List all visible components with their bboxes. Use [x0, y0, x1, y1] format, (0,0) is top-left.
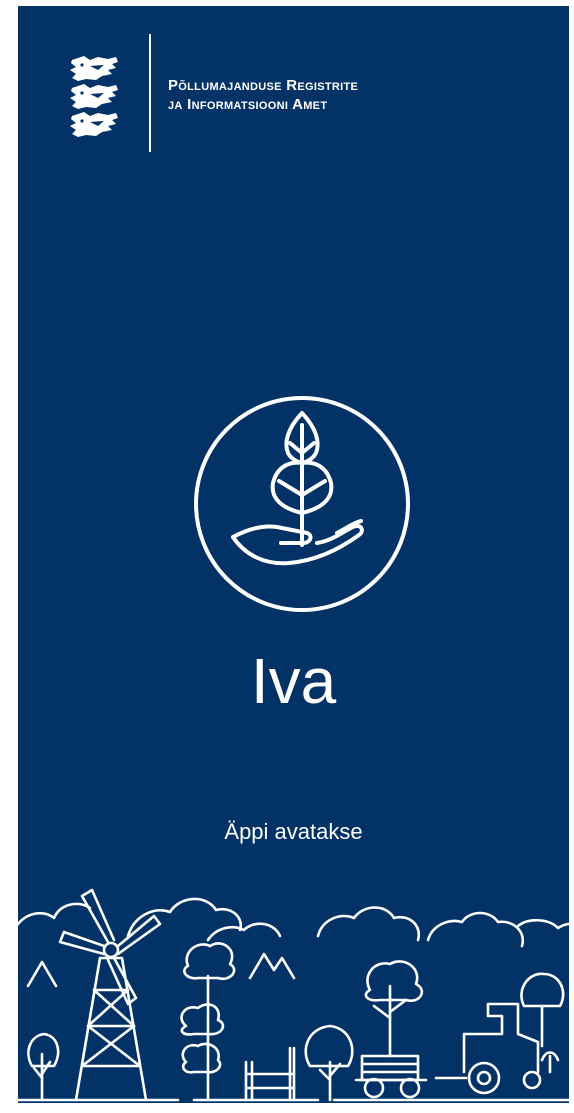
header-divider	[149, 34, 151, 152]
rural-landscape-illustration	[18, 888, 569, 1102]
app-name: Iva	[250, 645, 337, 717]
agency-name: Põllumajanduse Registrite ja Informatsio…	[168, 76, 358, 114]
agency-name-line2: ja Informatsiooni Amet	[168, 96, 328, 113]
loading-status-text: Äppi avatakse	[224, 819, 363, 844]
agency-name-line1: Põllumajanduse Registrite	[168, 77, 359, 94]
splash-screen: Põllumajanduse Registrite ja Informatsio…	[18, 6, 569, 1103]
coat-of-arms-logo	[70, 56, 118, 137]
wheat-in-hand-icon	[194, 396, 410, 612]
